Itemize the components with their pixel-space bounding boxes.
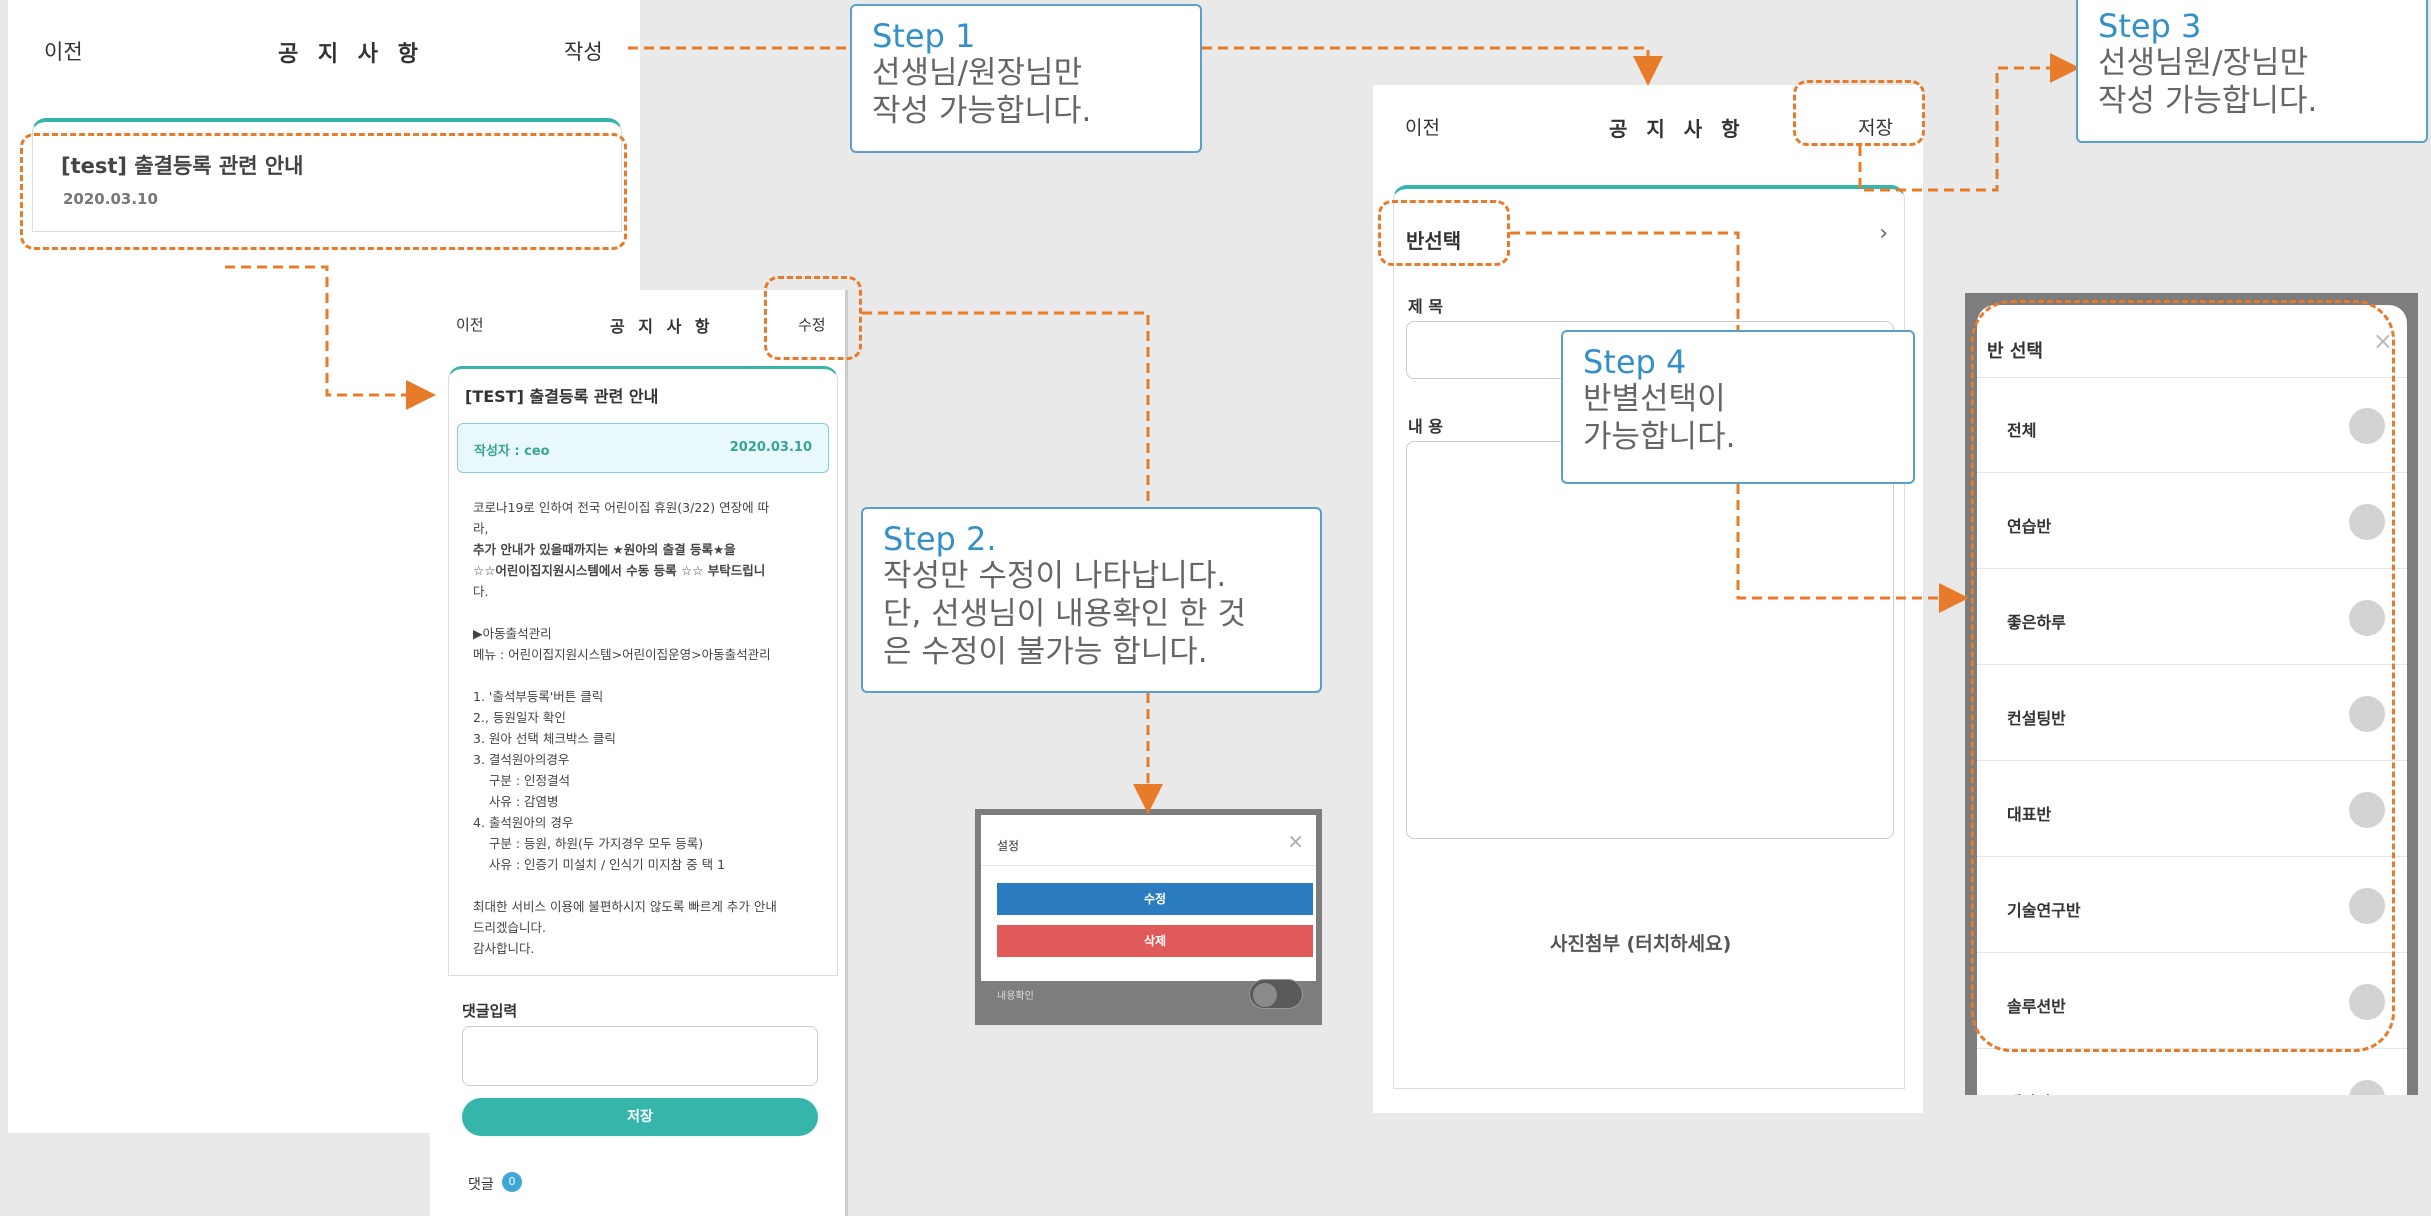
- step4-title: Step 4: [1583, 343, 1687, 381]
- step3-title: Step 3: [2098, 7, 2202, 45]
- step2-title: Step 2.: [883, 520, 997, 558]
- step3-body: 선생님원/장님만 작성 가능합니다.: [2098, 45, 2318, 119]
- step1-callout: Step 1 선생님/원장님만 작성 가능합니다.: [850, 4, 1202, 153]
- step2-callout: Step 2. 작성만 수정이 나타납니다. 단, 선생님이 내용확인 한 것 …: [861, 507, 1322, 693]
- step4-callout: Step 4 반별선택이 가능합니다.: [1561, 330, 1915, 484]
- step1-title: Step 1: [872, 17, 976, 55]
- step4-body: 반별선택이 가능합니다.: [1583, 381, 1736, 455]
- step2-body: 작성만 수정이 나타납니다. 단, 선생님이 내용확인 한 것 은 수정이 불가…: [883, 558, 1246, 670]
- step1-body: 선생님/원장님만 작성 가능합니다.: [872, 55, 1092, 129]
- step3-callout: Step 3 선생님원/장님만 작성 가능합니다.: [2076, 0, 2428, 143]
